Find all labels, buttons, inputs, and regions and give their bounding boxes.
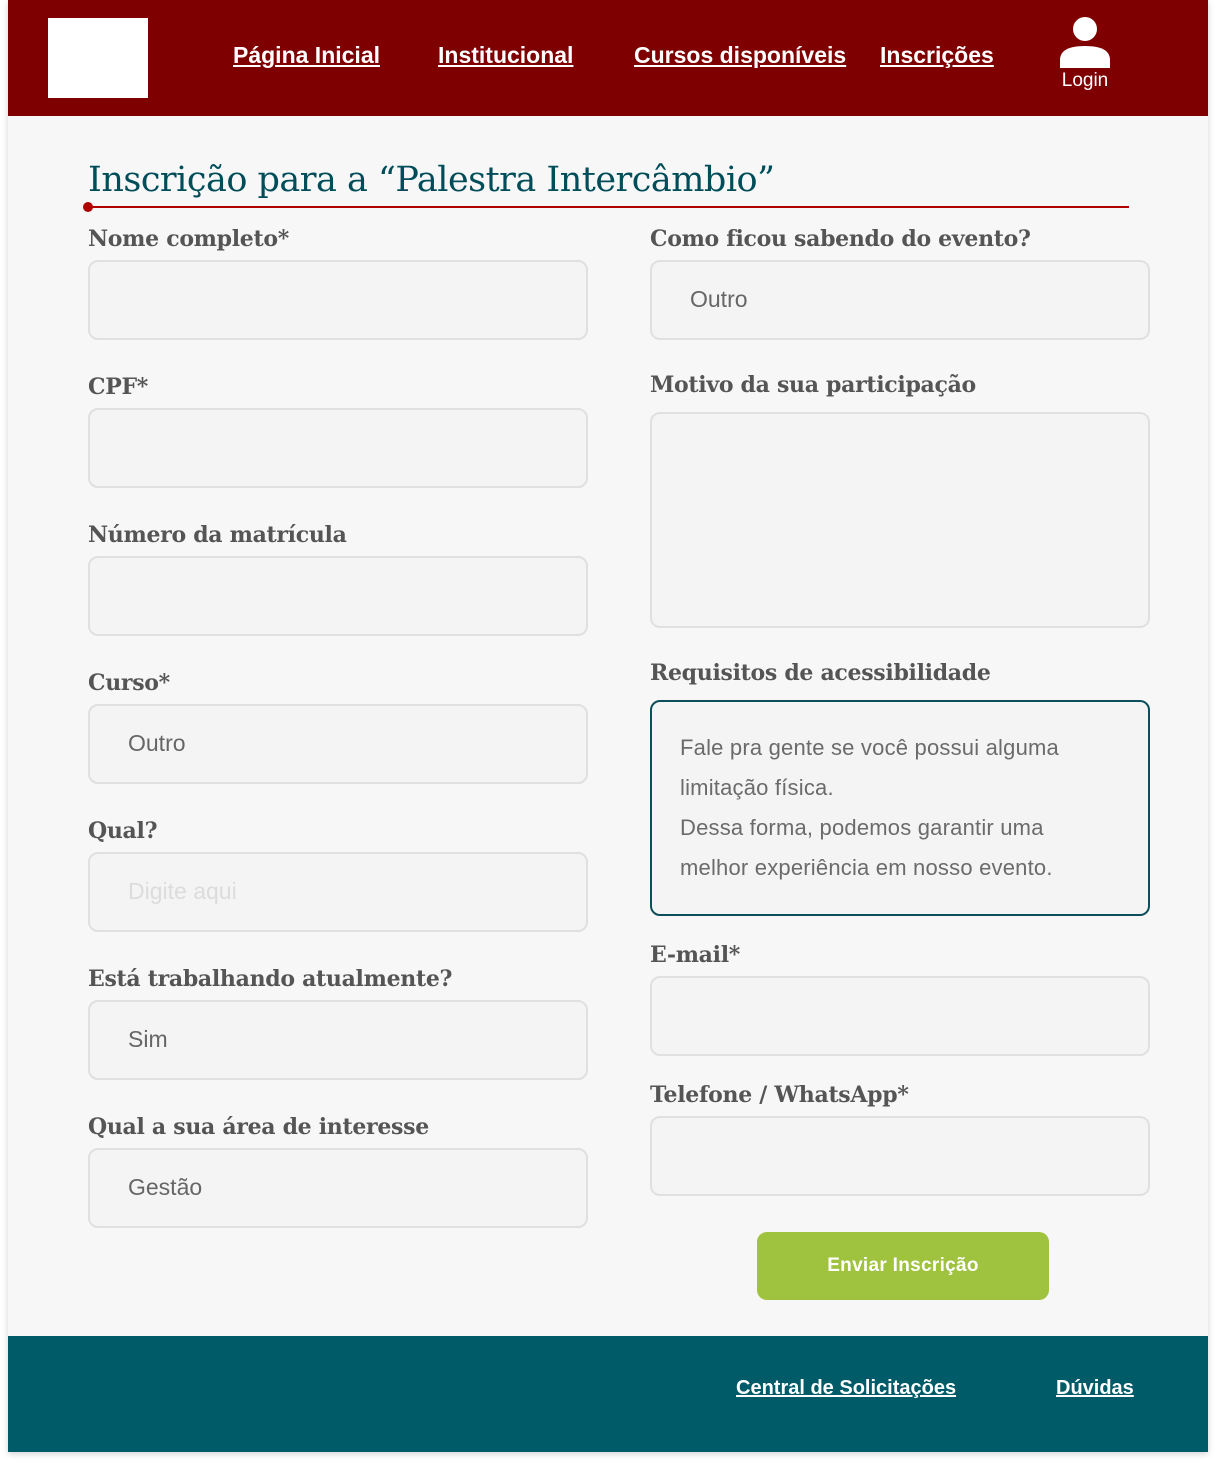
area-select[interactable]: Gestão bbox=[88, 1148, 588, 1228]
login-button[interactable]: Login bbox=[1050, 16, 1120, 100]
user-icon bbox=[1060, 17, 1110, 68]
motivo-label: Motivo da sua participação bbox=[650, 372, 976, 398]
footer-link-duvidas[interactable]: Dúvidas bbox=[1056, 1377, 1134, 1400]
login-label: Login bbox=[1061, 70, 1109, 91]
telefone-label: Telefone / WhatsApp* bbox=[650, 1082, 909, 1108]
nav-link-cursos-disponiveis[interactable]: Cursos disponíveis bbox=[634, 42, 846, 69]
acessibilidade-placeholder-line: limitação física. bbox=[680, 775, 834, 800]
nome-label: Nome completo* bbox=[88, 226, 289, 252]
como-soube-select[interactable]: Outro bbox=[650, 260, 1150, 340]
qual-input[interactable]: Digite aqui bbox=[88, 852, 588, 932]
trabalhando-select[interactable]: Sim bbox=[88, 1000, 588, 1080]
area-label: Qual a sua área de interesse bbox=[88, 1114, 429, 1140]
cpf-label: CPF* bbox=[88, 374, 148, 400]
page: Página Inicial Institucional Cursos disp… bbox=[8, 0, 1208, 1452]
cpf-field[interactable] bbox=[88, 408, 588, 488]
nav-link-inscricoes[interactable]: Inscrições bbox=[880, 42, 994, 69]
nome-field[interactable] bbox=[88, 260, 588, 340]
submit-button[interactable]: Enviar Inscrição bbox=[757, 1232, 1049, 1300]
logo[interactable] bbox=[48, 18, 148, 98]
acessibilidade-textarea[interactable]: Fale pra gente se você possui alguma lim… bbox=[650, 700, 1150, 916]
acessibilidade-placeholder-line: Fale pra gente se você possui alguma bbox=[680, 735, 1059, 760]
curso-label: Curso* bbox=[88, 670, 170, 696]
email-label: E-mail* bbox=[650, 942, 740, 968]
telefone-field[interactable] bbox=[650, 1116, 1150, 1196]
nav-link-institucional[interactable]: Institucional bbox=[438, 42, 573, 69]
como-soube-label: Como ficou sabendo do evento? bbox=[650, 226, 1031, 252]
trabalhando-label: Está trabalhando atualmente? bbox=[88, 966, 453, 992]
email-field[interactable] bbox=[650, 976, 1150, 1056]
matricula-label: Número da matrícula bbox=[88, 522, 347, 548]
footer-link-central-solicitacoes[interactable]: Central de Solicitações bbox=[736, 1377, 956, 1400]
qual-label: Qual? bbox=[88, 818, 158, 844]
nav-link-pagina-inicial[interactable]: Página Inicial bbox=[233, 42, 380, 69]
curso-select[interactable]: Outro bbox=[88, 704, 588, 784]
motivo-textarea[interactable] bbox=[650, 412, 1150, 628]
page-title: Inscrição para a “Palestra Intercâmbio” bbox=[88, 160, 775, 200]
title-divider-dot bbox=[83, 202, 93, 212]
title-divider bbox=[88, 206, 1129, 208]
acessibilidade-label: Requisitos de acessibilidade bbox=[650, 660, 991, 686]
site-footer: Central de Solicitações Dúvidas bbox=[8, 1336, 1208, 1452]
site-header: Página Inicial Institucional Cursos disp… bbox=[8, 0, 1208, 116]
acessibilidade-placeholder-line: melhor experiência em nosso evento. bbox=[680, 855, 1053, 880]
matricula-field[interactable] bbox=[88, 556, 588, 636]
acessibilidade-placeholder-line: Dessa forma, podemos garantir uma bbox=[680, 815, 1044, 840]
